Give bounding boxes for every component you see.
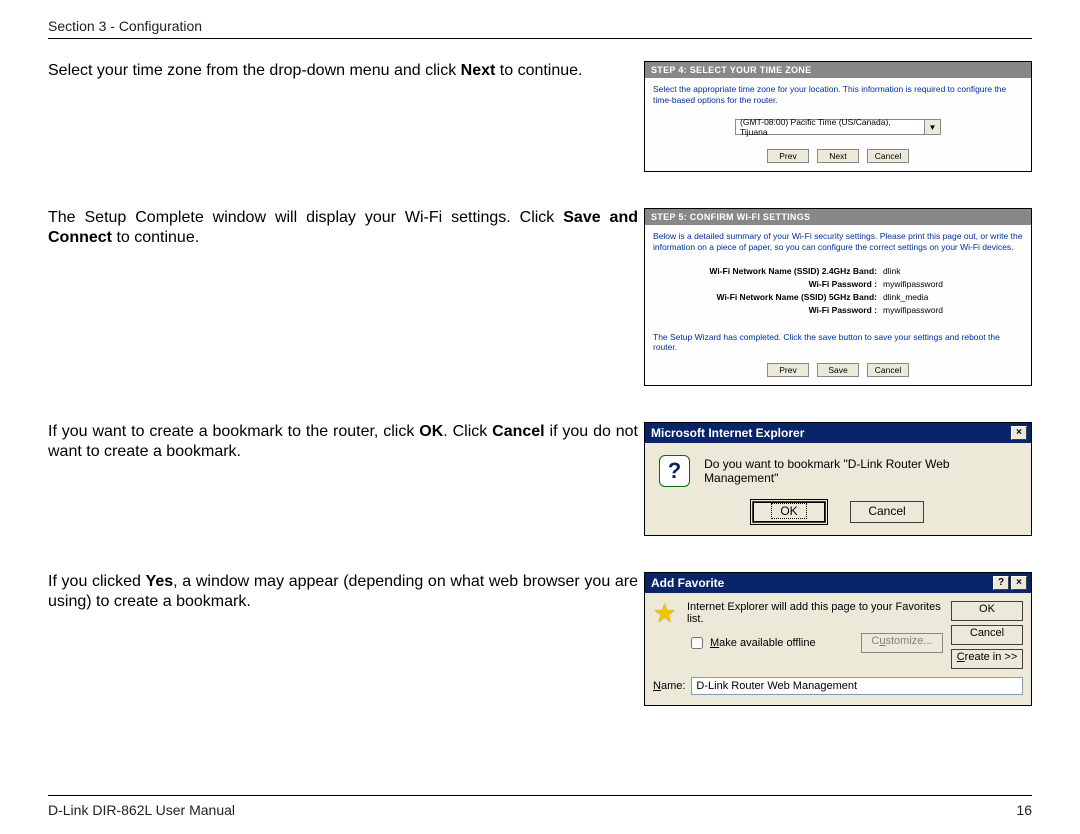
row-bookmark: If you want to create a bookmark to the … <box>48 422 1032 536</box>
wifi-value: dlink <box>883 266 900 276</box>
bold-ok: OK <box>419 423 443 440</box>
footer-page: 16 <box>1016 802 1032 818</box>
page-header: Section 3 - Configuration <box>48 18 1032 39</box>
instruction-confirm: The Setup Complete window will display y… <box>48 208 638 248</box>
prev-button[interactable]: Prev <box>767 363 809 377</box>
help-icon[interactable]: ? <box>993 576 1009 590</box>
question-icon: ? <box>659 455 690 487</box>
fav-title-text: Add Favorite <box>651 576 724 590</box>
txt: If you want to create a bookmark to the … <box>48 423 419 440</box>
save-button[interactable]: Save <box>817 363 859 377</box>
wizard-done: The Setup Wizard has completed. Click th… <box>645 326 1031 359</box>
wifi-value: mywifipassword <box>883 305 943 315</box>
star-icon: ★ <box>653 601 679 627</box>
fav-titlebar: Add Favorite ? × <box>645 573 1031 593</box>
close-icon[interactable]: × <box>1011 426 1027 440</box>
timezone-value: (GMT-08:00) Pacific Time (US/Canada), Ti… <box>735 119 925 135</box>
offline-checkbox-input[interactable] <box>691 637 703 649</box>
wifi-value: dlink_media <box>883 292 928 302</box>
name-label: Name: <box>653 680 685 692</box>
ie-titlebar: Microsoft Internet Explorer × <box>645 423 1031 443</box>
wifi-row: Wi-Fi Network Name (SSID) 5GHz Band:dlin… <box>653 292 1023 302</box>
txt: Select your time zone from the drop-down… <box>48 62 461 79</box>
cancel-button[interactable]: Cancel <box>867 149 909 163</box>
bold-next: Next <box>461 62 496 79</box>
wizard-step4: STEP 4: SELECT YOUR TIME ZONE Select the… <box>644 61 1032 172</box>
wizard-title: STEP 4: SELECT YOUR TIME ZONE <box>645 62 1031 78</box>
bold-cancel: Cancel <box>492 423 544 440</box>
wizard-title: STEP 5: CONFIRM WI-FI SETTINGS <box>645 209 1031 225</box>
ie-title-text: Microsoft Internet Explorer <box>651 426 804 440</box>
txt: The Setup Complete window will display y… <box>48 209 563 226</box>
timezone-select[interactable]: (GMT-08:00) Pacific Time (US/Canada), Ti… <box>645 119 1031 135</box>
wizard-step5: STEP 5: CONFIRM WI-FI SETTINGS Below is … <box>644 208 1032 386</box>
txt: If you clicked <box>48 573 146 590</box>
next-button[interactable]: Next <box>817 149 859 163</box>
cancel-button[interactable]: Cancel <box>951 625 1023 645</box>
txt: . Click <box>443 423 492 440</box>
cancel-button[interactable]: Cancel <box>867 363 909 377</box>
instruction-bookmark: If you want to create a bookmark to the … <box>48 422 638 462</box>
wizard-buttons: Prev Save Cancel <box>645 359 1031 385</box>
wizard-desc: Select the appropriate time zone for you… <box>645 78 1031 111</box>
cancel-button[interactable]: Cancel <box>850 501 924 523</box>
instruction-addfavorite: If you clicked Yes, a window may appear … <box>48 572 638 612</box>
addfavorite-dialog: Add Favorite ? × ★ Internet Explorer wil… <box>644 572 1032 706</box>
create-in-button[interactable]: Create in >> <box>951 649 1023 669</box>
prev-button[interactable]: Prev <box>767 149 809 163</box>
ok-button[interactable]: OK <box>752 501 826 523</box>
favorite-name-input[interactable] <box>691 677 1023 695</box>
wifi-row: Wi-Fi Password :mywifipassword <box>653 279 1023 289</box>
chevron-down-icon[interactable]: ▼ <box>925 119 941 135</box>
wifi-row: Wi-Fi Password :mywifipassword <box>653 305 1023 315</box>
txt: to continue. <box>495 62 582 79</box>
ok-button[interactable]: OK <box>951 601 1023 621</box>
instruction-timezone: Select your time zone from the drop-down… <box>48 61 638 81</box>
wifi-label: Wi-Fi Network Name (SSID) 5GHz Band: <box>653 292 883 302</box>
fav-message: Internet Explorer will add this page to … <box>687 601 943 625</box>
wifi-label: Wi-Fi Network Name (SSID) 2.4GHz Band: <box>653 266 883 276</box>
page-footer: D-Link DIR-862L User Manual 16 <box>48 795 1032 818</box>
footer-manual: D-Link DIR-862L User Manual <box>48 802 235 818</box>
row-timezone: Select your time zone from the drop-down… <box>48 61 1032 172</box>
row-addfavorite: If you clicked Yes, a window may appear … <box>48 572 1032 706</box>
bold-yes: Yes <box>146 573 174 590</box>
customize-button: Customize... <box>861 633 943 653</box>
make-offline-checkbox[interactable]: Make available offline <box>687 634 816 652</box>
close-icon[interactable]: × <box>1011 576 1027 590</box>
ie-dialog: Microsoft Internet Explorer × ? Do you w… <box>644 422 1032 536</box>
ie-message: Do you want to bookmark "D-Link Router W… <box>704 457 1017 485</box>
wizard-desc: Below is a detailed summary of your Wi-F… <box>645 225 1031 258</box>
wifi-label: Wi-Fi Password : <box>653 279 883 289</box>
wizard-buttons: Prev Next Cancel <box>645 145 1031 171</box>
row-confirm: The Setup Complete window will display y… <box>48 208 1032 386</box>
wifi-value: mywifipassword <box>883 279 943 289</box>
wifi-label: Wi-Fi Password : <box>653 305 883 315</box>
txt: to continue. <box>112 229 199 246</box>
wifi-row: Wi-Fi Network Name (SSID) 2.4GHz Band:dl… <box>653 266 1023 276</box>
